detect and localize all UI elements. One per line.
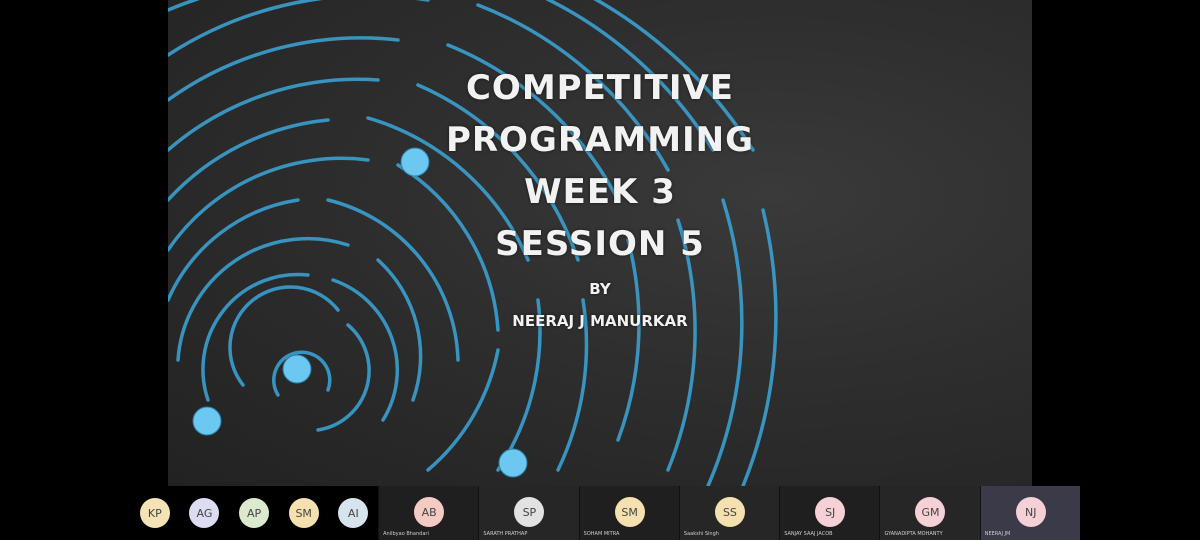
- participant-tile[interactable]: GM GYANADIPTA MOHANTY: [879, 486, 980, 540]
- avatar: NJ: [1015, 497, 1046, 527]
- shared-slide: COMPETITIVE PROGRAMMING WEEK 3 SESSION 5…: [168, 0, 1032, 486]
- participant-tile[interactable]: KP: [130, 486, 180, 540]
- title-line: SESSION 5: [495, 224, 705, 264]
- participant-tile[interactable]: SJ SANJAY SAAJ JACOB: [779, 486, 880, 540]
- participant-tile[interactable]: AB Anilbyao Bhandari: [378, 486, 479, 540]
- participant-name: SOHAM MITRA: [583, 531, 620, 537]
- title-line: PROGRAMMING: [445, 120, 755, 160]
- participant-name: Saakshi Singh: [683, 531, 719, 537]
- participant-name: GYANADIPTA MOHANTY: [884, 531, 943, 537]
- participant-name: Anilbyao Bhandari: [383, 531, 429, 537]
- participant-strip: KP AG AP SM AI AB Anilbyao Bhandari SP S…: [130, 486, 1080, 540]
- participant-tile[interactable]: AG: [179, 486, 230, 540]
- author-name: NEERAJ J MANURKAR: [512, 312, 688, 330]
- avatar: SJ: [815, 497, 846, 527]
- participant-tile[interactable]: SM: [278, 486, 329, 540]
- avatar: AI: [338, 498, 369, 528]
- participant-name: SANJAY SAAJ JACOB: [784, 531, 833, 537]
- avatar: AB: [414, 497, 445, 527]
- avatar: AP: [239, 498, 270, 528]
- avatar: GM: [915, 497, 946, 527]
- participant-name: SARATH PRATHAP: [483, 531, 528, 537]
- avatar: AG: [189, 498, 220, 528]
- participant-tile[interactable]: AI: [328, 486, 379, 540]
- participant-tile[interactable]: NJ NEERAJ JM: [979, 486, 1080, 540]
- by-label: BY: [589, 280, 611, 298]
- slide-title: COMPETITIVE PROGRAMMING WEEK 3 SESSION 5: [400, 62, 800, 270]
- title-line: COMPETITIVE: [465, 68, 735, 108]
- avatar: SM: [288, 498, 319, 528]
- participant-name: NEERAJ JM: [984, 531, 1011, 537]
- participant-tile[interactable]: AP: [229, 486, 279, 540]
- participant-tile[interactable]: SS Saakshi Singh: [678, 486, 780, 540]
- avatar: SS: [714, 497, 745, 527]
- avatar: SP: [514, 497, 545, 527]
- avatar: KP: [139, 498, 170, 528]
- participant-tile[interactable]: SP SARATH PRATHAP: [478, 486, 579, 540]
- avatar: SM: [614, 497, 645, 527]
- title-line: WEEK 3: [524, 172, 676, 212]
- participant-tile[interactable]: SM SOHAM MITRA: [578, 486, 679, 540]
